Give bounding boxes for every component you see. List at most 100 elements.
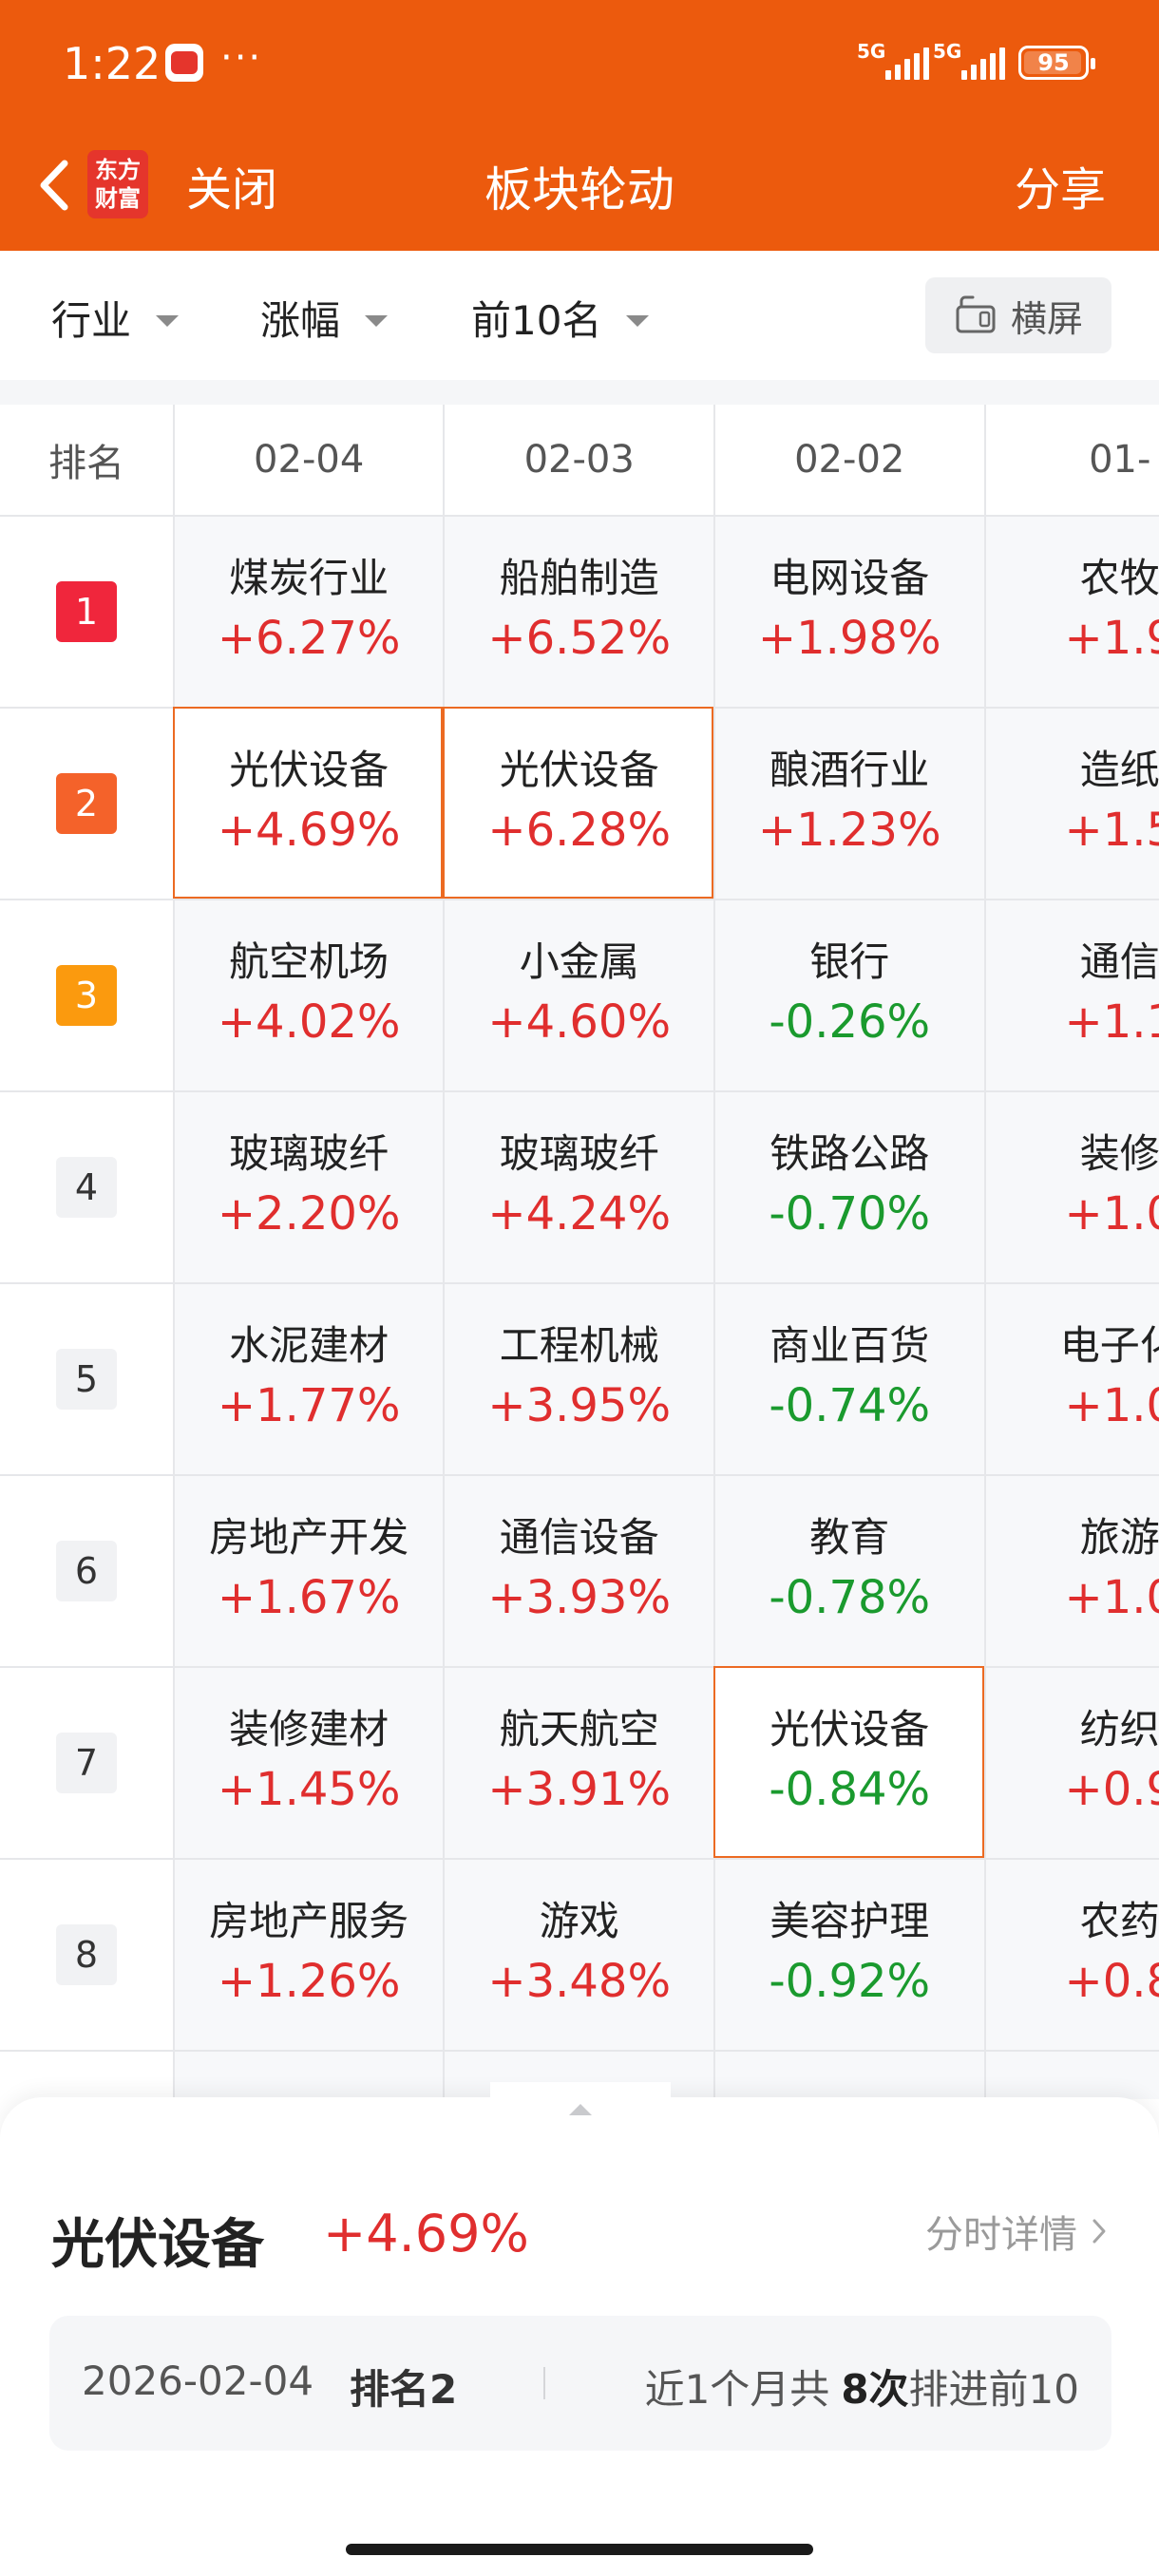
top-n-dropdown[interactable]: 前10名 — [471, 289, 650, 347]
sector-change: -0.78% — [769, 1571, 931, 1624]
intraday-detail-link[interactable]: 分时详情 — [925, 2204, 1108, 2259]
metric-dropdown[interactable]: 涨幅 — [260, 289, 389, 347]
sector-name: 通信设备 — [499, 1514, 659, 1561]
sector-name: 船舶制造 — [499, 555, 659, 601]
sector-cell[interactable]: 纺织 +0.9 — [983, 1668, 1159, 1858]
sector-change: +1.0 — [1064, 1187, 1159, 1241]
chevron-right-icon — [1092, 2219, 1106, 2244]
section-divider — [0, 380, 1159, 405]
summary-rank: 排名2 — [350, 2366, 458, 2413]
sector-change: +1.26% — [217, 1955, 401, 2008]
date-column-header[interactable]: 02-04 — [172, 405, 444, 515]
sector-cell[interactable]: 游戏 +3.48% — [443, 1860, 713, 2050]
back-arrow-icon[interactable] — [28, 152, 86, 218]
signal-icon: 5G — [857, 40, 933, 82]
sector-cell[interactable]: 光伏设备 +4.69% — [172, 707, 444, 899]
sector-name: 纺织 — [1079, 1706, 1159, 1752]
sector-change: +1.77% — [217, 1379, 401, 1432]
category-dropdown-label: 行业 — [51, 297, 132, 344]
rank-cell: 9 — [0, 2052, 173, 2099]
sector-name: 教育 — [809, 1514, 890, 1561]
sector-name: 光伏设备 — [229, 747, 390, 793]
sector-cell[interactable]: 航空机场 +4.02% — [172, 900, 444, 1090]
date-column-header[interactable]: 02-03 — [443, 405, 713, 515]
sector-cell[interactable]: 教育 -0.78% — [712, 1476, 984, 1666]
sector-cell[interactable]: 装修建材 +1.45% — [172, 1668, 444, 1858]
sector-cell[interactable]: 煤炭行业 +6.27% — [172, 517, 444, 707]
close-button[interactable]: 关闭 — [186, 152, 277, 218]
table-row: 5 水泥建材 +1.77% 工程机械 +3.95% 商业百货 -0.74% 电子化 +1.0 — [0, 1284, 1159, 1476]
rank-cell: 5 — [0, 1284, 173, 1474]
table-row: 7 装修建材 +1.45% 航天航空 +3.91% 光伏设备 -0.84% 纺织 +0.9 — [0, 1666, 1159, 1860]
sector-cell[interactable]: 玻璃玻纤 +4.24% — [443, 1092, 713, 1282]
sector-cell[interactable]: 通信设备 +3.93% — [443, 1476, 713, 1666]
sector-cell[interactable]: 光伏设备 -0.84% — [712, 1666, 984, 1858]
sector-name: 银行 — [809, 938, 890, 985]
sector-name: 航天航空 — [499, 1706, 659, 1752]
sector-cell[interactable]: 银行 -0.26% — [712, 900, 984, 1090]
caret-down-icon — [156, 314, 180, 327]
sector-change: -0.70% — [769, 1187, 931, 1241]
sector-change: +0.9 — [1064, 1763, 1159, 1816]
sector-cell[interactable]: 电网设备 +1.98% — [712, 517, 984, 707]
sector-cell[interactable]: 航天航空 +3.91% — [443, 1668, 713, 1858]
status-bar: 1:22 ··· 5G 5G 95 — [0, 0, 1159, 123]
date-column-header[interactable]: 01- — [983, 405, 1159, 515]
sector-name: 酿酒行业 — [770, 747, 930, 793]
sector-cell[interactable]: 通信 +1.1 — [983, 900, 1159, 1090]
sector-cell[interactable]: 农牧 +1.9 — [983, 517, 1159, 707]
sector-cell[interactable]: 房地产开发 +1.67% — [172, 1476, 444, 1666]
sheet-handle[interactable] — [490, 2082, 671, 2135]
sector-cell[interactable]: 水泥建材 +1.77% — [172, 1284, 444, 1474]
date-column-header[interactable]: 02-02 — [712, 405, 984, 515]
sector-change: +1.98% — [757, 612, 941, 665]
sector-name: 商业百货 — [770, 1322, 930, 1369]
sector-change: +1.23% — [757, 804, 941, 857]
sector-change: +1.0 — [1064, 1379, 1159, 1432]
sector-cell[interactable]: 电子化 +1.0 — [983, 1284, 1159, 1474]
sector-cell[interactable]: 美容护理 -0.92% — [712, 1860, 984, 2050]
summary-divider — [543, 2367, 545, 2399]
sector-cell[interactable]: 小金属 +4.60% — [443, 900, 713, 1090]
sector-cell[interactable]: 旅游 +1.0 — [983, 1476, 1159, 1666]
sector-cell[interactable]: 中药 — [712, 2052, 984, 2099]
sector-cell[interactable]: 光伏设备 +6.28% — [443, 707, 713, 899]
sector-cell[interactable]: 铁路公路 -0.70% — [712, 1092, 984, 1282]
sector-change: +4.69% — [217, 804, 401, 857]
rank-cell: 3 — [0, 900, 173, 1090]
sector-detail-sheet: 光伏设备 +4.69% 分时详情 2026-02-04 排名2 近1个月共 8次排… — [0, 2082, 1159, 2576]
table-row: 3 航空机场 +4.02% 小金属 +4.60% 银行 -0.26% 通信 +1.1 — [0, 900, 1159, 1092]
category-dropdown[interactable]: 行业 — [51, 289, 180, 347]
sector-name: 铁路公路 — [770, 1130, 930, 1177]
home-indicator[interactable] — [346, 2544, 813, 2555]
landscape-button[interactable]: 横屏 — [925, 277, 1112, 353]
caret-down-icon — [626, 314, 650, 327]
sector-cell[interactable]: 房地产服务 +1.26% — [172, 1860, 444, 2050]
sector-cell[interactable]: 造纸 +1.5 — [983, 709, 1159, 899]
sector-cell[interactable]: 农药 +0.8 — [983, 1860, 1159, 2050]
sector-change: +3.95% — [487, 1379, 672, 1432]
sector-cell[interactable]: 航运港口 — [172, 2052, 444, 2099]
sector-cell[interactable]: 半导 — [983, 2052, 1159, 2099]
sector-change: +1.45% — [217, 1763, 401, 1816]
sector-cell[interactable]: 玻璃玻纤 +2.20% — [172, 1092, 444, 1282]
sector-change: -0.84% — [769, 1763, 931, 1816]
sector-change: +3.93% — [487, 1571, 672, 1624]
sector-name: 美容护理 — [770, 1898, 930, 1944]
summary-frequency: 近1个月共 8次排进前10 — [644, 2366, 1079, 2413]
sector-change: +4.24% — [487, 1187, 672, 1241]
rank-badge: 2 — [55, 773, 117, 834]
sector-name: 光伏设备 — [770, 1706, 930, 1752]
sector-cell[interactable]: 商业百货 -0.74% — [712, 1284, 984, 1474]
rotate-screen-icon — [956, 295, 996, 333]
sector-cell[interactable]: 工程机械 +3.95% — [443, 1284, 713, 1474]
sector-cell[interactable]: 酿酒行业 +1.23% — [712, 709, 984, 899]
share-button[interactable]: 分享 — [1015, 152, 1106, 218]
selected-sector-name: 光伏设备 — [51, 2214, 264, 2276]
sector-change: +1.1 — [1064, 995, 1159, 1049]
sector-name: 造纸 — [1079, 747, 1159, 793]
sector-cell[interactable]: 船舶制造 +6.52% — [443, 517, 713, 707]
sector-change: -0.26% — [769, 995, 931, 1049]
signal-icon: 5G — [933, 40, 1009, 82]
sector-cell[interactable]: 装修 +1.0 — [983, 1092, 1159, 1282]
